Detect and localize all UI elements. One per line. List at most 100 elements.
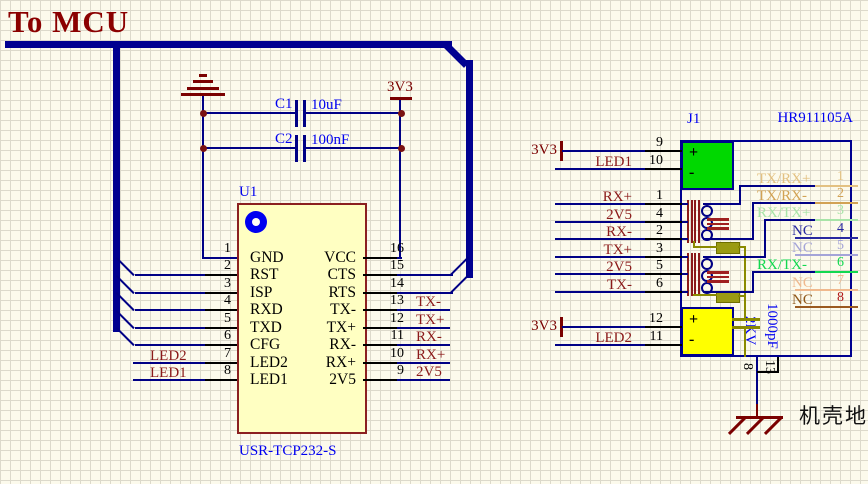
j1-bottom-pin8-number: 8	[740, 363, 754, 370]
j1-designator[interactable]: J1	[687, 112, 700, 127]
net-label-LED2[interactable]: LED2	[150, 349, 187, 364]
u1-part-number[interactable]: USR-TCP232-S	[239, 444, 337, 459]
u1-pin-number-11: 11	[374, 329, 404, 343]
transformer-winding	[691, 253, 693, 296]
transformer-coil	[701, 258, 713, 270]
j1-rj45-pin-label-3[interactable]: RX/TX+	[757, 206, 810, 221]
j1-pin-stub	[645, 203, 682, 205]
wire-segment	[135, 292, 205, 294]
c2-value[interactable]: 100nF	[311, 133, 349, 148]
net-label-RX-[interactable]: RX-	[416, 330, 442, 345]
shield-pin-link	[757, 371, 779, 373]
earth-ground-icon	[187, 87, 219, 90]
junction-dot	[398, 110, 405, 117]
wire-segment	[397, 274, 453, 276]
j1-rj45-pin-label-5[interactable]: NC	[792, 241, 813, 256]
j1-pin-stub	[645, 150, 682, 152]
mcu-bus-horizontal	[5, 41, 452, 48]
yellow-led-minus-sign: -	[689, 332, 694, 348]
net-label-LED2[interactable]: LED2	[552, 331, 632, 346]
j1-pin-stub	[645, 256, 682, 258]
j1-cap-value-label[interactable]: 1000pF	[764, 303, 779, 349]
j1-rj45-pin-label-4[interactable]: NC	[792, 224, 813, 239]
wire-segment	[562, 326, 645, 328]
j1-rj45-pin-number-2: 2	[814, 187, 844, 201]
gnd-vertical-wire	[202, 94, 204, 259]
green-led-plus-sign: +	[689, 145, 698, 161]
net-label-TX+[interactable]: TX+	[416, 313, 444, 328]
j1-pin-number-11: 11	[633, 330, 663, 344]
j1-pin-stub	[645, 221, 682, 223]
wire-segment	[703, 256, 765, 258]
j1-pin-number-9: 9	[633, 136, 663, 150]
u1-designator[interactable]: U1	[239, 185, 257, 200]
junction-dot	[200, 145, 207, 152]
u1-pin-name-2V5: 2V5	[274, 372, 356, 388]
j1-pin-stub	[645, 291, 682, 293]
vcc-vertical-wire	[399, 97, 401, 259]
ct-cap-bar	[707, 218, 729, 221]
u1-pin-name-VCC: VCC	[274, 250, 356, 266]
net-label-RX+[interactable]: RX+	[416, 348, 445, 363]
net-label-TX-[interactable]: TX-	[552, 278, 632, 293]
j1-rj45-pin-label-1[interactable]: TX/RX+	[757, 172, 810, 187]
green-led-minus-sign: -	[689, 165, 694, 181]
transformer-winding	[698, 200, 700, 243]
u1-pin-number-6: 6	[201, 329, 231, 343]
c2-plate	[303, 135, 306, 162]
c2-plate	[295, 135, 298, 162]
transformer-winding	[694, 200, 696, 243]
j1-rj45-pin-label-2[interactable]: TX/RX-	[757, 189, 807, 204]
mcu-bus-vertical-right	[466, 60, 473, 278]
j1-rj45-pin-number-4: 4	[814, 222, 844, 236]
wire-segment	[682, 238, 688, 240]
net-label-LED1[interactable]: LED1	[150, 366, 187, 381]
net-label-2V5[interactable]: 2V5	[552, 208, 632, 223]
transformer-winding	[694, 253, 696, 296]
power-port-3v3-top[interactable]: 3V3	[387, 80, 413, 95]
c1-designator[interactable]: C1	[275, 97, 293, 112]
j1-rj45-pin-label-7[interactable]: NC	[792, 276, 813, 291]
u1-pin-number-10: 10	[374, 347, 404, 361]
net-label-LED1[interactable]: LED1	[552, 155, 632, 170]
wire-segment	[203, 112, 296, 114]
u1-pin-number-16: 16	[374, 242, 404, 256]
wire-segment	[135, 274, 205, 276]
schematic-sheet: To MCU U1 USR-TCP232-S C1 10uF C2 100nF …	[0, 0, 868, 484]
c2-designator[interactable]: C2	[275, 132, 293, 147]
net-label-TX+[interactable]: TX+	[552, 243, 632, 258]
termination-resistor	[716, 242, 740, 254]
u1-pin-name-RX-: RX-	[274, 337, 356, 353]
net-label-2V5[interactable]: 2V5	[552, 260, 632, 275]
u1-pin-number-2: 2	[201, 259, 231, 273]
earth-ground-icon	[181, 93, 225, 96]
net-label-2V5[interactable]: 2V5	[416, 365, 442, 380]
wire-segment	[739, 185, 741, 205]
j1-part-number[interactable]: HR911105A	[773, 111, 853, 126]
ct-cap-bar	[707, 227, 729, 230]
u1-pin-number-13: 13	[374, 294, 404, 308]
junction-dot	[200, 110, 207, 117]
j1-rj45-pin-label-6[interactable]: RX/TX-	[757, 258, 807, 273]
u1-pin-number-15: 15	[374, 259, 404, 273]
u1-pin-name-RTS: RTS	[274, 285, 356, 301]
wire-segment	[744, 329, 746, 357]
net-label-TX-[interactable]: TX-	[416, 295, 441, 310]
chassis-ground-label[interactable]: 机壳地	[799, 406, 868, 427]
c1-plate	[295, 100, 298, 127]
mcu-bus-vertical-left	[113, 44, 120, 332]
wire-segment	[682, 221, 688, 223]
wire-segment	[135, 327, 205, 329]
u1-logo-icon	[245, 211, 267, 233]
c1-value[interactable]: 10uF	[311, 98, 342, 113]
u1-pin-number-7: 7	[201, 347, 231, 361]
j1-pin-number-10: 10	[633, 154, 663, 168]
net-label-RX-[interactable]: RX-	[552, 225, 632, 240]
wire-segment	[764, 219, 766, 258]
j1-rj45-pin-number-6: 6	[814, 256, 844, 270]
j1-rj45-pin-label-8[interactable]: NC	[792, 293, 813, 308]
net-label-RX+[interactable]: RX+	[552, 190, 632, 205]
transformer-coil	[701, 205, 713, 217]
earth-ground-icon	[199, 74, 207, 77]
j1-rj45-pin-number-3: 3	[814, 204, 844, 218]
